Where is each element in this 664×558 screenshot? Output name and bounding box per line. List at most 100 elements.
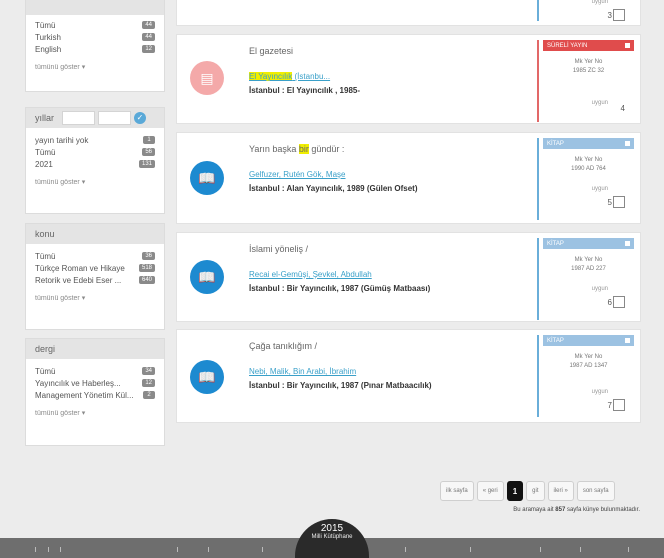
facet-item[interactable]: Tümü 36 [35, 250, 155, 262]
facet-item[interactable]: Management Yönetim Kül... 2 [35, 389, 155, 401]
result-index: 5 [607, 197, 612, 207]
footer-tick [48, 547, 49, 552]
year-range: ✓ [62, 111, 147, 125]
facet-item-count: 131 [138, 160, 155, 168]
facet-item-count: 36 [142, 252, 155, 260]
next-page-button[interactable]: ileri » [547, 481, 574, 501]
facet-item[interactable]: Turkish 44 [35, 31, 155, 43]
result-title[interactable]: El gazetesi [249, 46, 293, 56]
footer-tick [60, 547, 61, 552]
facet-item-count: 44 [142, 21, 155, 29]
facet-item[interactable]: Tümü 44 [35, 19, 155, 31]
facet-item[interactable]: Tümü 34 [35, 365, 155, 377]
facet-item-label: Tümü [35, 366, 56, 376]
result-card: ▤ El gazetesi El Yayıncılık (İstanbu... … [176, 34, 641, 124]
result-availability: SÜRELİ YAYIN Mk Yer No 1985 ZC 32 uygun 4 [537, 40, 634, 122]
shelf-info: Mk Yer No 1990 AD 764 [543, 156, 634, 174]
facet-item-count: 12 [142, 379, 155, 387]
footer-title: Milli Kütüphane [311, 534, 353, 540]
show-all-link[interactable]: tümünü göster ▾ [35, 178, 155, 186]
facet-item-label: Tümü [35, 147, 56, 157]
type-badge-label: SÜRELİ YAYIN [547, 42, 588, 49]
type-badge-label: KİTAP [547, 240, 564, 247]
show-all-link[interactable]: tümünü göster ▾ [35, 63, 155, 71]
facet-item[interactable]: yayın tarihi yok 1 [35, 134, 155, 146]
result-card: 📖 İslami yöneliş / Recai el-Gemûşi, Şevk… [176, 232, 641, 322]
type-badge: KİTAP [543, 138, 634, 149]
facet-item-count: 640 [138, 276, 155, 284]
result-number: 7 [608, 399, 625, 411]
select-checkbox[interactable] [613, 399, 625, 411]
shelf-info: Mk Yer No 1987 AD 1347 [543, 353, 634, 371]
result-title[interactable]: Çağa tanıklığım / [249, 341, 317, 351]
result-title[interactable]: Yarın başka bir gündür : [249, 144, 344, 154]
facet-item[interactable]: Tümü 56 [35, 146, 155, 158]
facet-item-label: Yayıncılık ve Haberleş... [35, 378, 121, 388]
show-all-link[interactable]: tümünü göster ▾ [35, 409, 155, 417]
last-page-button[interactable]: son sayfa [576, 481, 615, 501]
facet-item-label: Türkçe Roman ve Hikaye [35, 263, 125, 273]
select-checkbox[interactable] [613, 296, 625, 308]
footer-tick [470, 547, 471, 552]
result-author[interactable]: El Yayıncılık (İstanbu... [249, 72, 330, 81]
facet-item-label: Tümü [35, 20, 56, 30]
facet-item-count: 1 [143, 136, 155, 144]
facet-header [26, 0, 164, 15]
facet-item-label: yayın tarihi yok [35, 135, 89, 145]
facet-subject: konu Tümü 36 Türkçe Roman ve Hikaye 518 Re… [25, 223, 165, 330]
facet-item-count: 34 [142, 367, 155, 375]
type-badge-label: KİTAP [547, 337, 564, 344]
shelf-label: Mk Yer No [574, 257, 603, 263]
facet-item-label: 2021 [35, 159, 53, 169]
result-title[interactable]: İslami yöneliş / [249, 244, 308, 254]
go-button[interactable]: git [526, 481, 545, 501]
shelf-number: 1987 AD 1347 [569, 363, 608, 369]
result-number: 5 [608, 196, 625, 208]
facet-item[interactable]: Yayıncılık ve Haberleş... 12 [35, 377, 155, 389]
facet-item[interactable]: English 12 [35, 43, 155, 55]
facet-header: yıllar ✓ [26, 108, 164, 128]
facet-language: Tümü 44 Turkish 44 English 12 tümünü göster… [25, 0, 165, 92]
title-text: Yarın başka [249, 144, 299, 154]
year-to-input[interactable] [98, 111, 132, 125]
year-from-input[interactable] [62, 111, 96, 125]
result-publisher: İstanbul : El Yayıncılık , 1985- [249, 86, 361, 95]
shelf-info: Mk Yer No 1987 AD 227 [543, 256, 634, 274]
type-badge: KİTAP [543, 238, 634, 249]
current-page-button[interactable]: 1 [506, 481, 524, 501]
facet-item-label: English [35, 44, 62, 54]
check-icon[interactable]: ✓ [134, 112, 147, 124]
results-info: Bu aramaya ait 857 sayfa künye bulunmakt… [513, 507, 640, 513]
first-page-button[interactable]: ilk sayfa [440, 481, 474, 501]
facet-item[interactable]: Türkçe Roman ve Hikaye 518 [35, 262, 155, 274]
result-author[interactable]: Nebi, Malik, Bin Arabi, İbrahim [249, 367, 356, 376]
status-text: uygun [591, 100, 608, 106]
type-badge: SÜRELİ YAYIN [543, 40, 634, 51]
result-publisher: İstanbul : Bir Yayıncılık, 1987 (Gümüş M… [249, 284, 431, 293]
results-count: 857 [555, 507, 566, 513]
select-checkbox[interactable] [613, 9, 625, 21]
result-publisher: İstanbul : Bir Yayıncılık, 1987 (Pınar M… [249, 381, 432, 390]
prev-page-button[interactable]: « geri [476, 481, 504, 501]
show-all-link[interactable]: tümünü göster ▾ [35, 294, 155, 302]
facet-item-label: Tümü [35, 251, 56, 261]
facet-item[interactable]: 2021 131 [35, 158, 155, 170]
type-badge: KİTAP [543, 335, 634, 346]
facet-item-count: 2 [143, 391, 155, 399]
result-author[interactable]: Gelfuzer, Rutén Gök, Maşe [249, 170, 346, 179]
result-author[interactable]: Recai el-Gemûşi, Şevkel, Abdullah [249, 270, 372, 279]
book-icon: 📖 [190, 360, 224, 394]
footer-year: 2015 [320, 523, 344, 534]
facet-header: konu [26, 224, 164, 244]
result-card: 📖 Çağa tanıklığım / Nebi, Malik, Bin Ara… [176, 329, 641, 423]
facet-item[interactable]: Retorik ve Edebi Eser ... 640 [35, 274, 155, 286]
square-icon [625, 241, 630, 246]
result-availability: KİTAP Mk Yer No 1990 AD 764 uygun 5 [537, 138, 634, 220]
result-availability: KİTAP Mk Yer No 1987 AD 1347 uygun 7 [537, 335, 634, 417]
select-checkbox[interactable] [613, 196, 625, 208]
status-text: uygun [591, 286, 608, 292]
result-number: 3 [608, 9, 625, 21]
square-icon [625, 43, 630, 48]
pagination: ilk sayfa « geri 1 git ileri » son sayfa [440, 481, 615, 501]
facet-item-count: 12 [142, 45, 155, 53]
